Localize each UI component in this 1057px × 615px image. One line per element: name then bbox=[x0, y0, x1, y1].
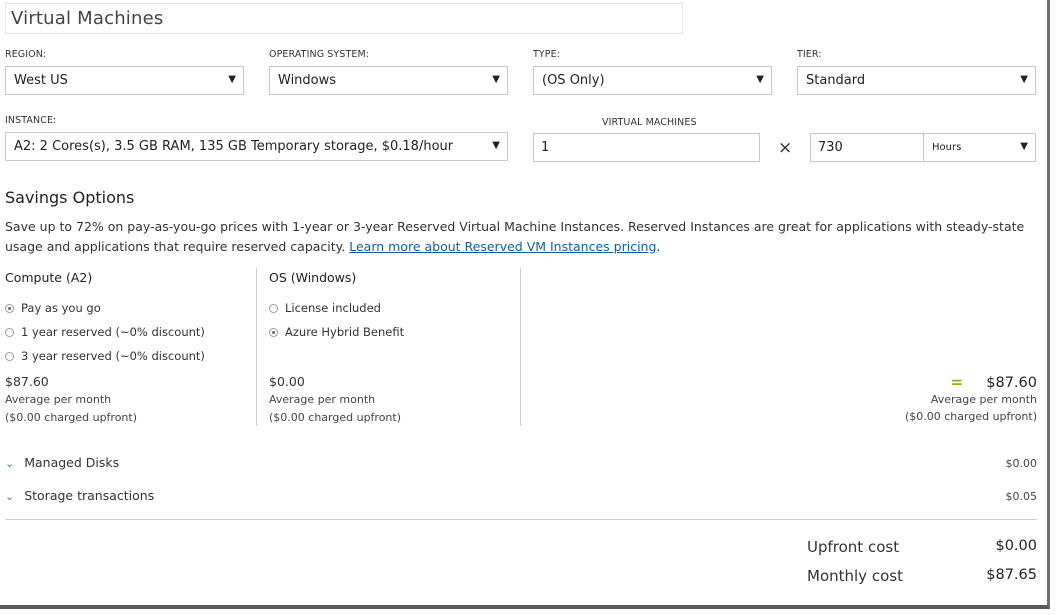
hours-unit-value: Hours bbox=[932, 142, 962, 153]
savings-description: Save up to 72% on pay-as-you-go prices w… bbox=[5, 217, 1040, 257]
vms-count-value: 1 bbox=[541, 140, 550, 155]
caret-down-icon: ▼ bbox=[1020, 74, 1028, 85]
title-box[interactable]: Virtual Machines bbox=[5, 3, 683, 34]
total-sub1: Average per month bbox=[930, 393, 1037, 406]
monthly-cost-label: Monthly cost bbox=[807, 567, 903, 585]
vm-pricing-panel: Virtual Machines REGION: OPERATING SYSTE… bbox=[0, 0, 1050, 609]
radio-label: 3 year reserved (~0% discount) bbox=[21, 349, 205, 363]
monthly-cost-value: $87.65 bbox=[986, 567, 1037, 583]
upfront-cost-value: $0.00 bbox=[995, 538, 1037, 554]
radio-label: 1 year reserved (~0% discount) bbox=[21, 325, 205, 339]
storage-transactions-toggle[interactable]: ⌄ Storage transactions bbox=[5, 488, 154, 503]
multiply-icon: × bbox=[778, 138, 793, 158]
radio-3-year-reserved[interactable]: 3 year reserved (~0% discount) bbox=[5, 349, 205, 363]
radio-selected-icon bbox=[5, 304, 14, 313]
os-section-heading: OS (Windows) bbox=[269, 270, 357, 285]
tier-label: TIER: bbox=[797, 49, 822, 60]
radio-label: Azure Hybrid Benefit bbox=[285, 325, 405, 339]
divider bbox=[5, 519, 1037, 520]
radio-label: Pay as you go bbox=[21, 301, 101, 315]
tier-value: Standard bbox=[806, 73, 866, 88]
storage-transactions-cost: $0.05 bbox=[1005, 490, 1038, 503]
radio-1-year-reserved[interactable]: 1 year reserved (~0% discount) bbox=[5, 325, 205, 339]
instance-select[interactable]: A2: 2 Cores(s), 3.5 GB RAM, 135 GB Tempo… bbox=[5, 132, 508, 161]
equals-icon: = bbox=[950, 373, 964, 391]
radio-pay-as-you-go[interactable]: Pay as you go bbox=[5, 301, 101, 315]
os-select[interactable]: Windows ▼ bbox=[269, 66, 508, 95]
caret-down-icon: ▼ bbox=[492, 140, 500, 151]
radio-unselected-icon bbox=[5, 352, 14, 361]
type-select[interactable]: (OS Only) ▼ bbox=[533, 66, 772, 95]
instance-label: INSTANCE: bbox=[5, 115, 57, 126]
compute-price: $87.60 bbox=[5, 374, 49, 389]
managed-disks-label: Managed Disks bbox=[24, 455, 120, 470]
managed-disks-toggle[interactable]: ⌄ Managed Disks bbox=[5, 455, 119, 470]
total-price: $87.60 bbox=[986, 375, 1037, 391]
region-value: West US bbox=[14, 73, 68, 88]
managed-disks-cost: $0.00 bbox=[1005, 457, 1038, 470]
region-select[interactable]: West US ▼ bbox=[5, 66, 244, 95]
caret-down-icon: ▼ bbox=[756, 74, 764, 85]
chevron-down-icon: ⌄ bbox=[5, 457, 15, 470]
savings-period: . bbox=[656, 239, 661, 254]
region-label: REGION: bbox=[5, 49, 47, 60]
hours-unit-select[interactable]: Hours ▼ bbox=[923, 133, 1036, 162]
os-label: OPERATING SYSTEM: bbox=[269, 49, 370, 60]
radio-selected-icon bbox=[269, 328, 278, 337]
vms-count-input[interactable]: 1 bbox=[533, 133, 760, 162]
hours-value: 730 bbox=[818, 140, 843, 155]
radio-unselected-icon bbox=[269, 304, 278, 313]
os-value: Windows bbox=[278, 73, 337, 88]
total-sub2: ($0.00 charged upfront) bbox=[904, 410, 1037, 423]
chevron-down-icon: ⌄ bbox=[5, 490, 15, 503]
radio-azure-hybrid-benefit[interactable]: Azure Hybrid Benefit bbox=[269, 325, 404, 339]
column-divider bbox=[520, 268, 521, 426]
radio-license-included[interactable]: License included bbox=[269, 301, 381, 315]
storage-transactions-label: Storage transactions bbox=[24, 488, 155, 503]
total-price-row: = $87.60 bbox=[800, 372, 1037, 391]
hours-input[interactable]: 730 bbox=[810, 133, 924, 162]
vms-label: VIRTUAL MACHINES bbox=[602, 117, 697, 128]
reserved-pricing-link[interactable]: Learn more about Reserved VM Instances p… bbox=[349, 239, 656, 254]
os-sub1: Average per month bbox=[269, 393, 376, 406]
caret-down-icon: ▼ bbox=[1020, 141, 1028, 152]
page-title: Virtual Machines bbox=[11, 8, 164, 29]
os-price: $0.00 bbox=[269, 374, 305, 389]
column-divider bbox=[256, 268, 257, 426]
caret-down-icon: ▼ bbox=[492, 74, 500, 85]
os-sub2: ($0.00 charged upfront) bbox=[269, 411, 402, 424]
upfront-cost-label: Upfront cost bbox=[807, 538, 900, 556]
radio-label: License included bbox=[285, 301, 381, 315]
type-label: TYPE: bbox=[533, 49, 561, 60]
caret-down-icon: ▼ bbox=[228, 74, 236, 85]
instance-value: A2: 2 Cores(s), 3.5 GB RAM, 135 GB Tempo… bbox=[14, 139, 454, 154]
savings-heading: Savings Options bbox=[5, 188, 135, 207]
compute-heading: Compute (A2) bbox=[5, 270, 93, 285]
radio-unselected-icon bbox=[5, 328, 14, 337]
type-value: (OS Only) bbox=[542, 73, 605, 88]
tier-select[interactable]: Standard ▼ bbox=[797, 66, 1036, 95]
compute-sub1: Average per month bbox=[5, 393, 112, 406]
compute-sub2: ($0.00 charged upfront) bbox=[5, 411, 138, 424]
